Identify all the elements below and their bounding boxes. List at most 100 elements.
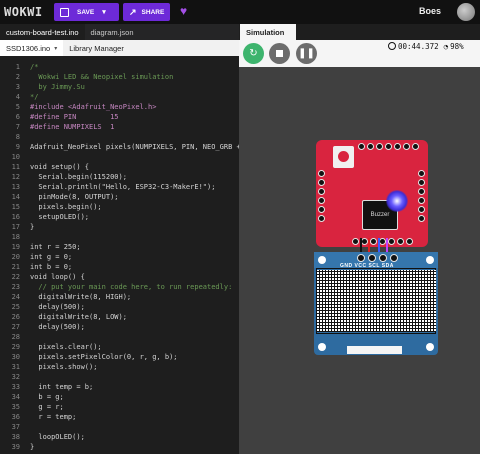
code-line[interactable]: 26 digitalWrite(8, LOW);	[0, 313, 239, 323]
line-number: 21	[11, 263, 20, 271]
editor-subtabs: SSD1306.ino ▾ Library Manager	[0, 40, 239, 56]
tab-ssd1306[interactable]: SSD1306.ino ▾	[0, 40, 64, 56]
code-text: delay(500);	[30, 303, 85, 311]
code-text: #define NUMPIXELS 1	[30, 123, 115, 131]
oled-ribbon	[347, 346, 402, 354]
code-line[interactable]: 2 Wokwi LED && Neopixel simulation	[0, 73, 239, 83]
line-number: 24	[11, 293, 20, 301]
code-text: int g = 0;	[30, 253, 73, 261]
code-line[interactable]: 31 pixels.show();	[0, 363, 239, 373]
code-line[interactable]: 10	[0, 153, 239, 163]
code-text: void setup() {	[30, 163, 90, 171]
line-number: 14	[11, 193, 20, 201]
restart-button[interactable]: ↻	[243, 43, 264, 64]
line-number: 19	[11, 243, 20, 251]
save-button[interactable]: SAVE ▾	[54, 3, 119, 21]
code-text: #define PIN 15	[30, 113, 119, 121]
code-line[interactable]: 13 Serial.println("Hello, ESP32-C3-Maker…	[0, 183, 239, 193]
code-line[interactable]: 6 #define PIN 15	[0, 113, 239, 123]
tab-library-manager[interactable]: Library Manager	[63, 40, 130, 56]
line-number: 2	[15, 73, 20, 81]
line-number: 1	[15, 63, 20, 71]
line-number: 20	[11, 253, 20, 261]
code-line[interactable]: 18	[0, 233, 239, 243]
neopixel-led[interactable]	[386, 190, 408, 212]
code-line[interactable]: 25 delay(500);	[0, 303, 239, 313]
share-icon: ↗	[129, 6, 137, 17]
code-text: pixels.setPixelColor(0, r, g, b);	[30, 353, 178, 361]
chevron-down-icon[interactable]: ▾	[54, 45, 57, 52]
code-text: Serial.println("Hello, ESP32-C3-MakerE!"…	[30, 183, 216, 191]
code-line[interactable]: 32	[0, 373, 239, 383]
stop-button[interactable]	[269, 43, 290, 64]
code-line[interactable]: 33 int temp = b;	[0, 383, 239, 393]
code-text: b = g;	[30, 393, 64, 401]
line-number: 32	[11, 373, 20, 381]
heart-icon[interactable]: ♥	[180, 4, 187, 18]
code-line[interactable]: 24 digitalWrite(8, HIGH);	[0, 293, 239, 303]
code-line[interactable]: 21 int b = 0;	[0, 263, 239, 273]
line-number: 31	[11, 363, 20, 371]
code-line[interactable]: 12 Serial.begin(115200);	[0, 173, 239, 183]
line-number: 13	[11, 183, 20, 191]
line-number: 23	[11, 283, 20, 291]
code-line[interactable]: 29 pixels.clear();	[0, 343, 239, 353]
code-line[interactable]: 20 int g = 0;	[0, 253, 239, 263]
user-name[interactable]: Boes	[419, 6, 441, 16]
line-number: 30	[11, 353, 20, 361]
code-line[interactable]: 35 g = r;	[0, 403, 239, 413]
code-line[interactable]: 8	[0, 133, 239, 143]
line-number: 28	[11, 333, 20, 341]
code-line[interactable]: 19 int r = 250;	[0, 243, 239, 253]
share-button[interactable]: ↗ SHARE	[123, 3, 170, 21]
code-text: Wokwi LED && Neopixel simulation	[30, 73, 174, 81]
save-label: SAVE	[77, 8, 95, 16]
line-number: 15	[11, 203, 20, 211]
tab-custom-board-test[interactable]: custom-board-test.ino	[0, 24, 85, 40]
wokwi-app: WOKWI SAVE ▾ ↗ SHARE ♥ Boes custom-board…	[0, 0, 480, 454]
tab-simulation[interactable]: Simulation	[240, 24, 296, 40]
code-line[interactable]: 14 pinMode(8, OUTPUT);	[0, 193, 239, 203]
code-line[interactable]: 4 */	[0, 93, 239, 103]
code-line[interactable]: 11 void setup() {	[0, 163, 239, 173]
code-line[interactable]: 3 by Jimmy.Su	[0, 83, 239, 93]
tab-diagram-json[interactable]: diagram.json	[85, 24, 140, 40]
code-editor[interactable]: 1/* 2 Wokwi LED && Neopixel simulation 3 b…	[0, 63, 239, 454]
code-text: g = r;	[30, 403, 64, 411]
code-line[interactable]: 7 #define NUMPIXELS 1	[0, 123, 239, 133]
code-line[interactable]: 1 /*	[0, 63, 239, 73]
tab-label: Library Manager	[69, 43, 124, 53]
code-line[interactable]: 34 b = g;	[0, 393, 239, 403]
code-text: void loop() {	[30, 273, 85, 281]
elapsed-time: 00:44.372	[398, 41, 439, 51]
line-number: 6	[15, 113, 20, 121]
code-text: digitalWrite(8, LOW);	[30, 313, 127, 321]
avatar[interactable]	[457, 3, 475, 21]
wokwi-logo[interactable]: WOKWI	[4, 5, 43, 19]
buzzer-label: Buzzer	[370, 212, 390, 218]
code-line[interactable]: 9 Adafruit_NeoPixel pixels(NUMPIXELS, PIN…	[0, 143, 239, 153]
clock-icon	[388, 42, 396, 50]
line-number: 7	[15, 123, 20, 131]
code-line[interactable]: 22 void loop() {	[0, 273, 239, 283]
line-number: 3	[15, 83, 20, 91]
code-line[interactable]: 38 loopOLED();	[0, 433, 239, 443]
code-text: pinMode(8, OUTPUT);	[30, 193, 119, 201]
line-number: 9	[15, 143, 20, 151]
code-text: int r = 250;	[30, 243, 81, 251]
pause-button[interactable]: ❚❚	[296, 43, 317, 64]
code-line[interactable]: 36 r = temp;	[0, 413, 239, 423]
code-line[interactable]: 15 pixels.begin();	[0, 203, 239, 213]
line-number: 17	[11, 223, 20, 231]
reset-button[interactable]	[333, 146, 354, 168]
code-line[interactable]: 5 #include <Adafruit_NeoPixel.h>	[0, 103, 239, 113]
code-line[interactable]: 37	[0, 423, 239, 433]
code-line[interactable]: 28	[0, 333, 239, 343]
code-line[interactable]: 16 setupOLED();	[0, 213, 239, 223]
code-line[interactable]: 23 // put your main code here, to run re…	[0, 283, 239, 293]
code-line[interactable]: 17}	[0, 223, 239, 233]
code-line[interactable]: 27 delay(500);	[0, 323, 239, 333]
code-text: // put your main code here, to run repea…	[30, 283, 233, 291]
code-line[interactable]: 39}	[0, 443, 239, 453]
code-line[interactable]: 30 pixels.setPixelColor(0, r, g, b);	[0, 353, 239, 363]
